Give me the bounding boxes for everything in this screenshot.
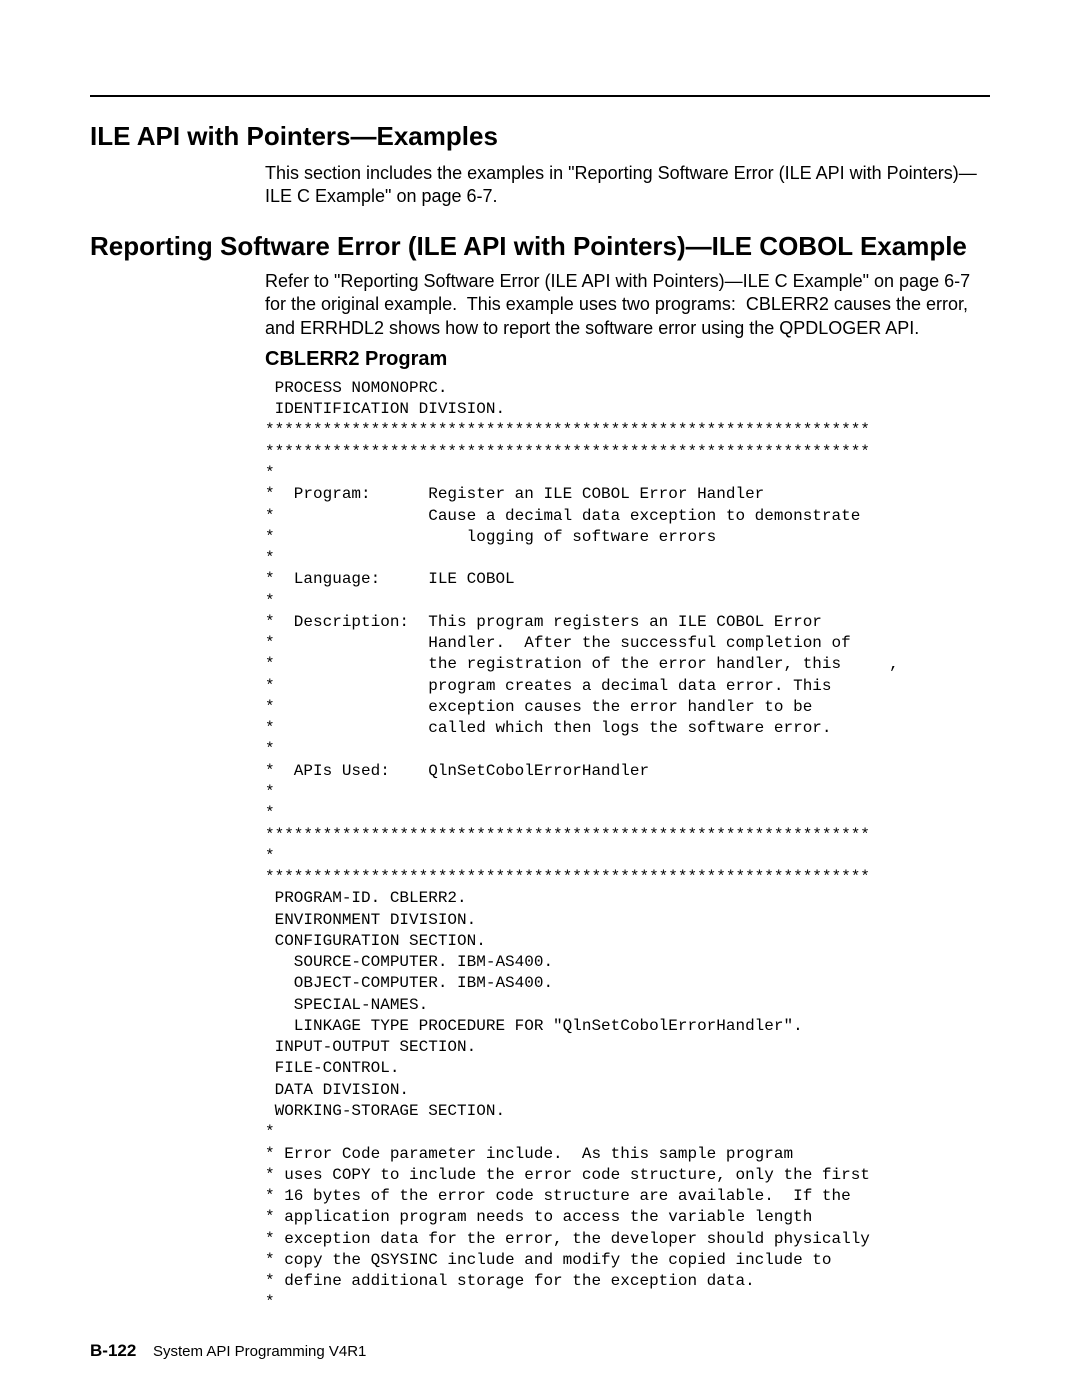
horizontal-rule — [90, 95, 990, 97]
section-heading-1: ILE API with Pointers—Examples — [90, 121, 990, 152]
code-listing: PROCESS NOMONOPRC. IDENTIFICATION DIVISI… — [265, 378, 990, 1314]
page-number: B-122 — [90, 1341, 136, 1360]
footer-title: System API Programming V4R1 — [153, 1343, 366, 1360]
program-heading: CBLERR2 Program — [265, 346, 990, 372]
page-footer: B-122 System API Programming V4R1 — [90, 1341, 366, 1361]
section-intro-1: This section includes the examples in "R… — [265, 162, 990, 209]
section-intro-2: Refer to "Reporting Software Error (ILE … — [265, 270, 990, 340]
section-heading-2: Reporting Software Error (ILE API with P… — [90, 231, 990, 262]
